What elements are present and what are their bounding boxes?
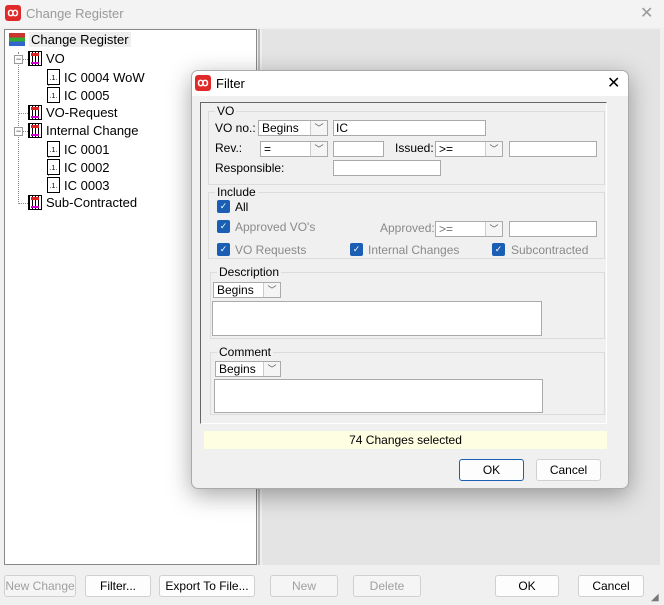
book-icon: [28, 51, 42, 66]
chevron-down-icon: ﹀: [263, 283, 280, 297]
book-icon: [28, 195, 42, 210]
tree-item[interactable]: .1. IC 0005: [47, 87, 110, 103]
app-logo-icon: ꝏ: [195, 75, 211, 91]
rev-operator-select[interactable]: = ﹀: [260, 141, 328, 157]
document-icon: .1.: [47, 177, 60, 193]
tree-item[interactable]: .1. IC 0001: [47, 141, 110, 157]
document-icon: .1.: [47, 141, 60, 157]
responsible-label: Responsible:: [215, 161, 285, 175]
tree-item-vo-request[interactable]: VO-Request: [28, 105, 118, 120]
status-bar: 74 Changes selected: [204, 431, 607, 449]
filter-panel: VO VO no.: Begins ﹀ IC Rev.: = ﹀ Issued: >…: [200, 102, 607, 424]
chevron-down-icon: ﹀: [310, 142, 327, 156]
document-icon: .1.: [47, 87, 60, 103]
dialog-title: Filter: [216, 76, 245, 91]
comment-input[interactable]: [214, 379, 543, 413]
dialog-title-bar: ꝏ Filter ✕: [192, 71, 628, 96]
book-icon: [28, 105, 42, 120]
register-icon: [9, 33, 25, 46]
vo-no-label: VO no.:: [215, 121, 256, 135]
window-title: Change Register: [26, 6, 124, 21]
resize-grip-icon[interactable]: ◢: [651, 592, 659, 603]
chevron-down-icon: ﹀: [310, 121, 327, 135]
approved-operator-select[interactable]: >= ﹀: [435, 221, 503, 237]
rev-input[interactable]: [333, 141, 384, 157]
document-icon: .1.: [47, 69, 60, 85]
responsible-input[interactable]: [333, 160, 441, 176]
description-input[interactable]: [212, 301, 542, 336]
app-logo-icon: ꝏ: [5, 5, 21, 21]
export-button[interactable]: Export To File...: [159, 575, 255, 597]
book-icon: [28, 123, 42, 138]
ok-button[interactable]: OK: [495, 575, 559, 597]
filter-cancel-button[interactable]: Cancel: [536, 459, 601, 481]
subcontracted-checkbox[interactable]: ✓: [492, 243, 505, 256]
delete-button[interactable]: Delete: [353, 575, 421, 597]
issued-operator-select[interactable]: >= ﹀: [435, 141, 503, 157]
vo-no-operator-select[interactable]: Begins ﹀: [258, 120, 328, 136]
tree-item[interactable]: .1. IC 0004 WoW: [47, 69, 145, 85]
filter-ok-button[interactable]: OK: [459, 459, 524, 481]
new-change-button[interactable]: New Change: [4, 575, 76, 597]
chevron-down-icon: ﹀: [485, 142, 502, 156]
tree-root[interactable]: Change Register: [9, 32, 131, 47]
tree-item-internal-change[interactable]: Internal Change: [28, 123, 139, 138]
new-button[interactable]: New: [270, 575, 338, 597]
document-icon: .1.: [47, 159, 60, 175]
approved-input[interactable]: [509, 221, 597, 237]
collapse-toggle[interactable]: −: [14, 127, 23, 136]
all-checkbox[interactable]: ✓: [217, 200, 230, 213]
description-operator-select[interactable]: Begins ﹀: [213, 282, 281, 298]
issued-input[interactable]: [509, 141, 597, 157]
filter-button[interactable]: Filter...: [85, 575, 151, 597]
tree-item-sub-contracted[interactable]: Sub-Contracted: [28, 195, 137, 210]
close-icon[interactable]: ✕: [607, 73, 620, 93]
issued-label: Issued:: [395, 141, 434, 155]
cancel-button[interactable]: Cancel: [578, 575, 644, 597]
internal-changes-checkbox[interactable]: ✓: [350, 243, 363, 256]
collapse-toggle[interactable]: −: [14, 55, 23, 64]
tree-item-vo[interactable]: VO: [28, 51, 65, 66]
chevron-down-icon: ﹀: [485, 222, 502, 236]
rev-label: Rev.:: [215, 141, 243, 155]
comment-operator-select[interactable]: Begins ﹀: [215, 361, 281, 377]
tree-item[interactable]: .1. IC 0003: [47, 177, 110, 193]
main-title-bar: ꝏ Change Register ✕: [0, 0, 664, 27]
filter-dialog: ꝏ Filter ✕ VO VO no.: Begins ﹀ IC Rev.: =…: [191, 70, 629, 489]
tree-item[interactable]: .1. IC 0002: [47, 159, 110, 175]
approved-vos-checkbox[interactable]: ✓: [217, 220, 230, 233]
vo-requests-checkbox[interactable]: ✓: [217, 243, 230, 256]
chevron-down-icon: ﹀: [263, 362, 280, 376]
close-icon[interactable]: ✕: [640, 3, 653, 23]
vo-no-input[interactable]: IC: [333, 120, 486, 136]
